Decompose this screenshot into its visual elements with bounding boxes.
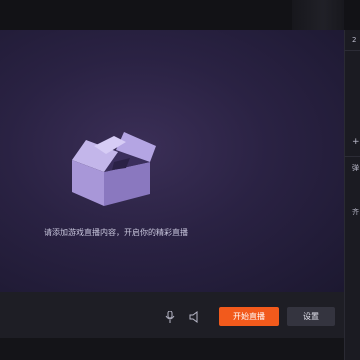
speaker-icon[interactable] (189, 311, 201, 323)
empty-box-icon (72, 132, 156, 206)
side-panel (344, 30, 360, 360)
empty-preview-hint: 请添加游戏直播内容，开启你的精彩直播 (44, 228, 188, 237)
side-panel-top-label: 2 (352, 36, 357, 44)
side-divider (344, 156, 360, 157)
microphone-icon[interactable] (165, 311, 175, 323)
side-item-label: 齐 (352, 208, 359, 216)
side-divider (344, 50, 360, 51)
side-add-button[interactable]: + (352, 137, 360, 147)
live-preview-area: 请添加游戏直播内容，开启你的精彩直播 (0, 30, 344, 292)
status-strip (0, 338, 344, 360)
top-bar-thumbnail (292, 0, 344, 30)
side-chat-tab[interactable]: 弹 (352, 163, 359, 173)
top-bar (0, 0, 360, 30)
settings-button[interactable]: 设置 (287, 307, 335, 326)
start-live-button[interactable]: 开始直播 (219, 307, 279, 326)
